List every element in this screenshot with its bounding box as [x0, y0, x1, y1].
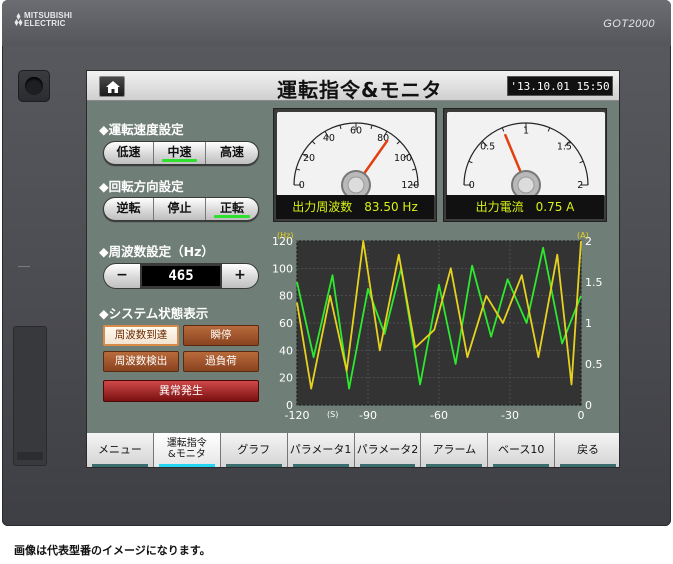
nav-base10[interactable]: ベース10 [488, 433, 556, 467]
nav-alarm[interactable]: アラーム [421, 433, 489, 467]
clock-display: '13.10.01 15:50 [507, 76, 613, 96]
status-lamp-freq-reached: 周波数到達 [103, 325, 179, 346]
frequency-gauge: 0 20 40 60 80 100 120 出力周波数 83.50 Hz [273, 108, 437, 222]
current-gauge-dial: 0 0.5 1 1.5 2 [447, 112, 605, 199]
chart-y-right-tick-label: 1.5 [585, 276, 603, 289]
freq-gauge-tick-label: 60 [350, 126, 362, 137]
nav-parameter1[interactable]: パラメータ1 [287, 433, 355, 467]
frequency-value-input[interactable]: 465 [142, 266, 220, 286]
chart-x-tick-label: -90 [359, 409, 377, 422]
current-readout: 出力電流 0.75 A [446, 195, 604, 219]
freq-gauge-tick-label: 120 [401, 180, 419, 191]
current-gauge-tick-label: 1.5 [557, 142, 572, 153]
chart-y-left-tick-label: 40 [279, 344, 293, 357]
side-slot-cover[interactable] [13, 326, 47, 466]
chart-y-right-tick-label: 1 [585, 317, 592, 330]
current-gauge-tick-label: 1 [523, 126, 529, 137]
alarm-indicator: 異常発生 [103, 380, 259, 402]
frequency-increase-button[interactable]: + [222, 264, 258, 288]
bottom-navigation: メニュー 運転指令 &モニタ グラフ パラメータ1 パラメータ2 アラーム ベー… [87, 433, 619, 467]
freq-gauge-tick-label: 40 [323, 133, 335, 144]
nav-parameter2[interactable]: パラメータ2 [354, 433, 422, 467]
chart-y-right-tick-label: 0.5 [585, 358, 603, 371]
page-title: 運転指令&モニタ [277, 78, 443, 102]
frequency-readout: 出力周波数 83.50 Hz [276, 195, 434, 219]
product-photo: MITSUBISHI ELECTRIC GOT2000 運転指令&モニタ '13… [0, 0, 673, 564]
status-lamp-overload: 過負荷 [183, 351, 259, 372]
chart-x-tick-label: -60 [430, 409, 448, 422]
freq-gauge-tick-label: 20 [303, 153, 315, 164]
direction-reverse-button[interactable]: 逆転 [104, 198, 154, 220]
chart-left-unit: (Hz) [277, 231, 293, 240]
title-bar: 運転指令&モニタ '13.10.01 15:50 [87, 71, 619, 102]
chart-x-tick-label: -30 [501, 409, 519, 422]
freq-gauge-tick-label: 0 [299, 180, 305, 191]
power-knob[interactable] [18, 70, 50, 102]
current-gauge-tick-label: 0 [469, 180, 475, 191]
frequency-stepper: − 465 + [103, 263, 259, 289]
speed-selector: 低速 中速 高速 [103, 141, 259, 165]
device-bezel-top [2, 0, 671, 46]
hmi-screen: 運転指令&モニタ '13.10.01 15:50 ◆運転速度設定 低速 中速 高… [86, 70, 620, 468]
chart-y-left-tick-label: 20 [279, 372, 293, 385]
direction-stop-button[interactable]: 停止 [154, 198, 206, 220]
freq-gauge-tick-label: 100 [394, 153, 412, 164]
home-icon [106, 81, 120, 93]
chart-y-left-tick-label: 60 [279, 317, 293, 330]
model-name: GOT2000 [603, 18, 655, 30]
chart-x-tick-label: -120 [285, 409, 310, 422]
nav-back[interactable]: 戻る [555, 433, 619, 467]
current-gauge: 0 0.5 1 1.5 2 出力電流 0.75 A [443, 108, 607, 222]
direction-label: ◆回転方向設定 [99, 179, 184, 194]
freq-gauge-hub-inner [347, 176, 365, 194]
direction-selector: 逆転 停止 正転 [103, 197, 259, 221]
brand-line2: ELECTRIC [24, 19, 66, 28]
nav-operation-monitor[interactable]: 運転指令 &モニタ [153, 433, 221, 467]
current-gauge-tick-label: 2 [577, 180, 583, 191]
nav-menu[interactable]: メニュー [87, 433, 154, 467]
chart-x-tick-label: 0 [578, 409, 585, 422]
status-lamp-freq-detected: 周波数検出 [103, 351, 179, 372]
chart-x-unit: (S) [327, 410, 338, 419]
chart-y-right-tick-label: 0 [585, 399, 592, 412]
trend-chart-svg: 02040608010012000.511.52-120 -90 -60 -30 0(H… [272, 231, 603, 422]
current-gauge-tick-label: 0.5 [480, 142, 495, 153]
nav-operation-monitor-line1: 運転指令 [166, 438, 207, 449]
chart-right-unit: (A) [577, 231, 589, 240]
current-gauge-hub-inner [517, 176, 535, 194]
mitsubishi-diamonds-icon [14, 13, 23, 26]
speed-label: ◆運転速度設定 [99, 122, 184, 137]
direction-forward-button[interactable]: 正転 [206, 198, 258, 220]
status-lamp-power-interrupt: 瞬停 [183, 325, 259, 346]
nav-operation-monitor-line2: &モニタ [167, 449, 206, 460]
chart-y-left-tick-label: 80 [279, 290, 293, 303]
image-caption: 画像は代表型番のイメージになります。 [14, 544, 211, 557]
brand-logo: MITSUBISHI ELECTRIC [14, 12, 72, 28]
bezel-indicator-line [18, 266, 30, 267]
frequency-label: ◆周波数設定（Hz） [99, 244, 214, 259]
home-button[interactable] [99, 76, 125, 97]
speed-mid-button[interactable]: 中速 [154, 142, 206, 164]
status-label: ◆システム状態表示 [99, 306, 209, 321]
chart-y-left-tick-label: 100 [272, 262, 293, 275]
speed-high-button[interactable]: 高速 [206, 142, 258, 164]
nav-graph[interactable]: グラフ [220, 433, 288, 467]
speed-low-button[interactable]: 低速 [104, 142, 154, 164]
frequency-gauge-dial: 020406080100120 [277, 112, 435, 199]
frequency-decrease-button[interactable]: − [104, 264, 140, 288]
trend-chart: 0 20 40 60 80 100 120 0 0.5 1 1.5 2 -120 -90 -60 -30 0 (H… [269, 227, 609, 427]
